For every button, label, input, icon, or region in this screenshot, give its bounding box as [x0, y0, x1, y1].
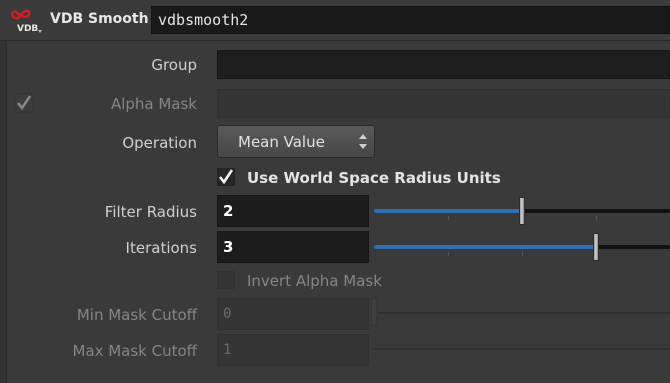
max-mask-label: Max Mask Cutoff [72, 342, 197, 360]
operation-label: Operation [122, 134, 197, 152]
node-name-field[interactable]: vdbsmooth2 [151, 6, 670, 34]
group-input[interactable] [217, 50, 670, 79]
updown-arrows-icon [356, 131, 370, 152]
checkmark-icon [218, 169, 234, 185]
min-mask-input: 0 [217, 298, 369, 330]
min-mask-slider-track [378, 312, 670, 314]
filter-radius-label: Filter Radius [104, 203, 197, 221]
operation-value: Mean Value [238, 133, 325, 151]
world-space-checkbox[interactable] [217, 168, 235, 186]
invert-alpha-label: Invert Alpha Mask [247, 272, 382, 290]
slider-tick [448, 216, 449, 220]
min-mask-slider-handle [371, 298, 377, 326]
operation-dropdown[interactable]: Mean Value [217, 125, 375, 158]
iterations-slider-handle[interactable] [593, 233, 599, 261]
alpha-mask-label: Alpha Mask [110, 95, 197, 113]
group-label: Group [151, 56, 197, 74]
node-header: VDB VDB Smooth vdbsmooth2 [0, 0, 670, 41]
max-mask-slider-track [374, 348, 670, 350]
alpha-mask-input [217, 89, 670, 118]
node-type-label: VDB Smooth [50, 11, 149, 27]
filter-radius-input[interactable]: 2 [217, 195, 369, 227]
slider-tick [448, 252, 449, 256]
world-space-label: Use World Space Radius Units [247, 169, 501, 187]
iterations-slider-track[interactable] [374, 245, 670, 249]
iterations-input[interactable]: 3 [217, 231, 369, 263]
iterations-label: Iterations [125, 239, 197, 257]
max-mask-input: 1 [217, 334, 369, 366]
min-mask-label: Min Mask Cutoff [76, 306, 197, 324]
slider-tick [596, 216, 597, 220]
filter-radius-slider-fill [374, 209, 522, 213]
vdb-icon-text: VDB [17, 24, 38, 34]
vdb-node-icon[interactable]: VDB [10, 6, 48, 36]
filter-radius-slider-handle[interactable] [519, 197, 525, 225]
slider-tick [522, 252, 523, 256]
iterations-slider-fill [374, 245, 596, 249]
invert-alpha-checkbox [217, 271, 235, 289]
